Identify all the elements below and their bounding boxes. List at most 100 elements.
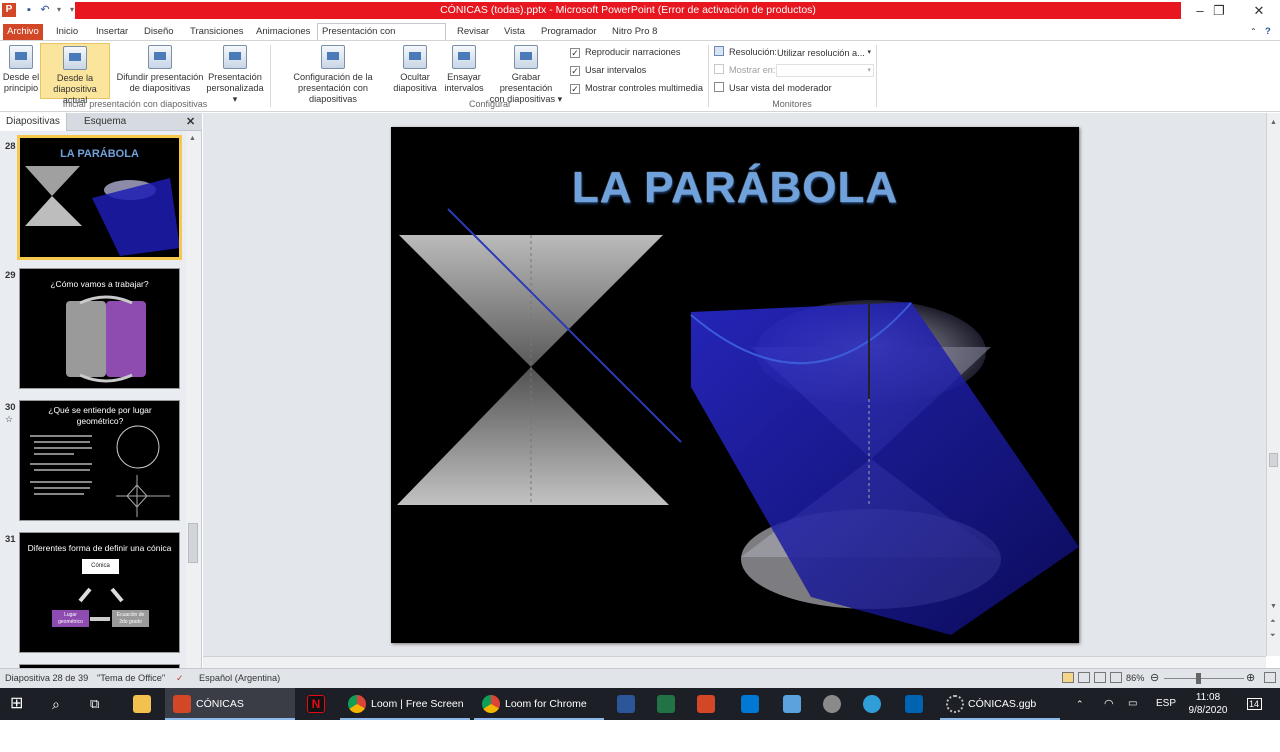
tab-esquema[interactable]: Esquema — [78, 113, 132, 131]
help-icon[interactable]: ? — [1261, 24, 1275, 40]
scroll-up-icon[interactable]: ▲ — [189, 135, 196, 142]
stopwatch-icon — [452, 45, 476, 69]
scroll-thumb[interactable] — [188, 523, 198, 563]
slide-thumbnail-29[interactable]: ¿Cómo vamos a trabajar? — [19, 268, 180, 389]
use-timings-checkbox[interactable]: ✓ Usar intervalos — [570, 64, 646, 77]
slides-pane: Diapositivas Esquema ✕ 28 LA PARÁBOLA 29… — [0, 113, 202, 668]
battery-icon[interactable]: ▭ — [1128, 688, 1137, 720]
task-view-icon[interactable]: ⧉ — [90, 688, 110, 720]
slide-sorter-icon[interactable] — [1078, 672, 1090, 683]
notification-center-icon[interactable]: 14 — [1244, 688, 1264, 720]
scroll-up-icon[interactable]: ▲ — [1270, 119, 1277, 126]
zoom-in-icon[interactable]: ⊕ — [1246, 671, 1255, 684]
tab-insertar[interactable]: Insertar — [92, 24, 132, 40]
tab-archivo[interactable]: Archivo — [3, 24, 43, 40]
taskbar-chrome-loom-ext[interactable]: Loom for Chrome e... — [474, 688, 604, 742]
diagram-box-ecuacion: Ecuación de 2do grado — [112, 610, 149, 627]
normal-view-icon[interactable] — [1062, 672, 1074, 683]
tab-programador[interactable]: Programador — [537, 24, 600, 40]
chevron-down-icon: ▾ — [867, 49, 871, 56]
slide-thumbnail-28[interactable]: LA PARÁBOLA — [17, 135, 182, 260]
photos-icon[interactable] — [783, 695, 801, 713]
tab-revisar[interactable]: Revisar — [453, 24, 493, 40]
broadcast-icon — [148, 45, 172, 69]
tray-chevron-icon[interactable]: ⌃ — [1076, 688, 1084, 720]
tab-diapositivas[interactable]: Diapositivas — [0, 113, 67, 131]
broadcast-button[interactable]: Difundir presentación de diapositivas — [115, 45, 205, 94]
powerpoint-pinned-icon[interactable] — [697, 695, 715, 713]
pane-tabs: Diapositivas Esquema ✕ — [0, 113, 202, 131]
minimize-ribbon-icon[interactable]: ⌃ — [1246, 24, 1261, 40]
input-language[interactable]: ESP — [1156, 688, 1176, 720]
status-bar: Diapositiva 28 de 39 "Tema de Office" ✓ … — [0, 668, 1280, 688]
tab-transiciones[interactable]: Transiciones — [186, 24, 248, 40]
previous-slide-icon[interactable]: ⏶ — [1270, 618, 1276, 626]
tab-inicio[interactable]: Inicio — [52, 24, 82, 40]
slide-thumbnail-31[interactable]: Diferentes forma de definir una cónica C… — [19, 532, 180, 653]
setup-slideshow-button[interactable]: Configuración de la presentación con dia… — [273, 45, 393, 105]
spellcheck-icon[interactable]: ✓ — [176, 673, 184, 684]
group-divider — [876, 45, 877, 107]
zoom-out-icon[interactable]: ⊖ — [1150, 671, 1159, 684]
geogebra-icon[interactable] — [823, 695, 841, 713]
from-beginning-button[interactable]: Desde el principio — [2, 45, 40, 99]
show-media-controls-checkbox[interactable]: ✓ Mostrar controles multimedia — [570, 82, 703, 95]
next-slide-icon[interactable]: ⏷ — [1270, 632, 1276, 640]
zoom-slider-thumb[interactable] — [1196, 673, 1201, 684]
whiteboard-icon[interactable] — [905, 695, 923, 713]
windows-start-icon[interactable]: ⊞ — [10, 688, 32, 720]
ribbon-tabs: Archivo Inicio Insertar Diseño Transicio… — [0, 22, 1280, 53]
play-narrations-checkbox[interactable]: ✓ Reproducir narraciones — [570, 46, 681, 59]
slide-title[interactable]: LA PARÁBOLA — [391, 163, 1079, 213]
record-slideshow-button[interactable]: Grabar presentación con diapositivas ▾ — [485, 45, 567, 105]
tab-vista[interactable]: Vista — [500, 24, 529, 40]
save-icon[interactable]: ▪ — [22, 3, 36, 17]
file-explorer-icon[interactable] — [133, 695, 151, 713]
slide-number: 29 — [5, 270, 16, 281]
taskbar-chrome-loom[interactable]: Loom | Free Screen ... — [340, 688, 470, 742]
fit-to-window-icon[interactable] — [1264, 672, 1276, 683]
excel-icon[interactable] — [657, 695, 675, 713]
zoom-slider[interactable] — [1164, 678, 1244, 679]
resolution-dropdown[interactable]: Utilizar resolución a... ▾ — [776, 46, 874, 59]
current-slide[interactable]: LA PARÁBOLA — [391, 127, 1079, 643]
scroll-thumb[interactable] — [1269, 453, 1278, 467]
zoom-level[interactable]: 86% — [1126, 673, 1144, 683]
hide-slide-button[interactable]: Ocultar diapositiva — [393, 45, 437, 94]
mail-icon[interactable] — [741, 695, 759, 713]
netflix-icon[interactable]: N — [307, 695, 325, 713]
language-indicator[interactable]: Español (Argentina) — [199, 673, 280, 683]
search-icon[interactable]: ⌕ — [52, 688, 72, 720]
slideshow-view-icon[interactable] — [1110, 672, 1122, 683]
reading-view-icon[interactable] — [1094, 672, 1106, 683]
custom-show-button[interactable]: Presentación personalizada ▾ — [203, 45, 267, 105]
tab-nitro[interactable]: Nitro Pro 8 — [608, 24, 661, 40]
tab-animaciones[interactable]: Animaciones — [252, 24, 314, 40]
undo-dropdown-icon[interactable]: ▾ — [52, 3, 66, 17]
presenter-view-checkbox[interactable]: Usar vista del moderador — [714, 82, 832, 95]
undo-icon[interactable]: ↶ — [38, 3, 52, 17]
editor-horizontal-scrollbar[interactable] — [203, 656, 1266, 668]
arrows-image — [78, 587, 124, 621]
close-pane-icon[interactable]: ✕ — [180, 113, 201, 131]
taskbar-geogebra-file[interactable]: CÓNICAS.ggb — [940, 688, 1060, 720]
pane-scrollbar[interactable]: ▲ — [186, 131, 201, 668]
chrome-icon — [482, 695, 500, 713]
clock[interactable]: 11:08 9/8/2020 — [1184, 688, 1232, 720]
editor-vertical-scrollbar[interactable]: ▲ ▼ ⏶ ⏷ — [1266, 113, 1280, 656]
tab-presentacion[interactable]: Presentación con diapositivas — [317, 23, 446, 53]
wifi-icon[interactable]: ◠ — [1104, 688, 1114, 720]
show-on-dropdown[interactable]: ▾ — [776, 64, 874, 77]
rehearse-timings-button[interactable]: Ensayar intervalos — [443, 45, 485, 94]
tab-diseno[interactable]: Diseño — [140, 24, 178, 40]
scroll-down-icon[interactable]: ▼ — [1270, 603, 1277, 610]
from-current-slide-button[interactable]: Desde la diapositiva actual — [40, 43, 110, 105]
ribbon: Desde el principio Desde la diapositiva … — [0, 40, 1280, 112]
restore-button[interactable]: ❐ — [1199, 2, 1239, 20]
word-icon[interactable] — [617, 695, 635, 713]
close-button[interactable]: ✕ — [1239, 2, 1279, 20]
edge-icon[interactable] — [863, 695, 881, 713]
slide-thumbnail-30[interactable]: ¿Qué se entiende por lugar geométrico? — [19, 400, 180, 521]
theme-name[interactable]: "Tema de Office" — [97, 673, 165, 683]
taskbar-powerpoint[interactable]: CÓNICAS (todas).p... — [165, 688, 295, 742]
